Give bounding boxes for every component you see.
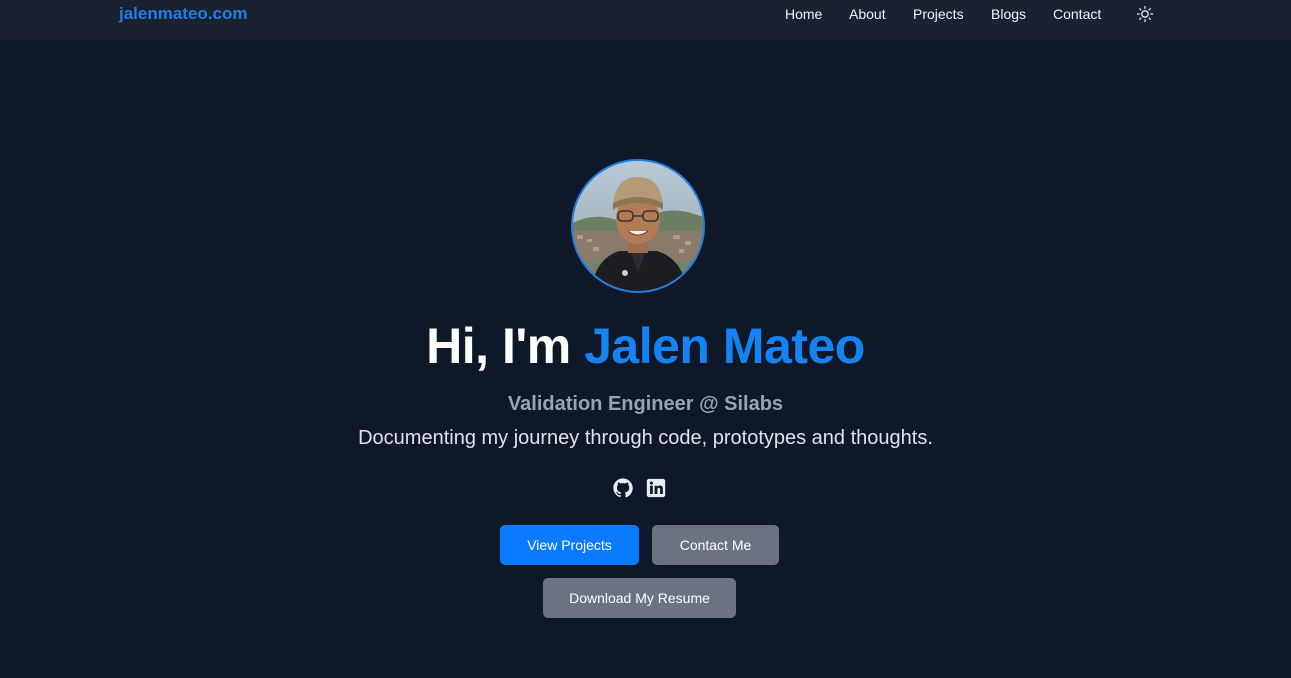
hero-title-prefix: Hi, I'm [426, 318, 585, 374]
view-projects-button[interactable]: View Projects [500, 525, 639, 565]
nav-link-projects[interactable]: Projects [913, 6, 964, 22]
hero-tagline: Documenting my journey through code, pro… [358, 427, 933, 449]
hero-role: Validation Engineer @ Silabs [507, 393, 784, 415]
hero-section: Hi, I'm Jalen Mateo Validation Engineer … [0, 41, 1291, 678]
linkedin-link[interactable] [645, 477, 667, 499]
theme-toggle-button[interactable] [1136, 5, 1154, 23]
nav-link-blogs[interactable]: Blogs [991, 6, 1026, 22]
contact-me-button[interactable]: Contact Me [652, 525, 779, 565]
navbar: jalenmateo.com Home About Projects Blogs… [0, 0, 1291, 41]
hero-title-name: Jalen Mateo [584, 318, 865, 374]
download-resume-button[interactable]: Download My Resume [543, 578, 736, 618]
profile-photo [573, 161, 703, 291]
linkedin-icon [646, 478, 666, 498]
avatar [571, 159, 705, 293]
nav-link-home[interactable]: Home [785, 6, 822, 22]
hero-title: Hi, I'm Jalen Mateo [0, 315, 1291, 377]
nav-link-about[interactable]: About [849, 6, 886, 22]
github-link[interactable] [612, 477, 634, 499]
sun-icon [1136, 5, 1154, 23]
github-icon [613, 478, 633, 498]
nav-link-contact[interactable]: Contact [1053, 6, 1101, 22]
nav-links: Home About Projects Blogs Contact [0, 0, 1291, 30]
